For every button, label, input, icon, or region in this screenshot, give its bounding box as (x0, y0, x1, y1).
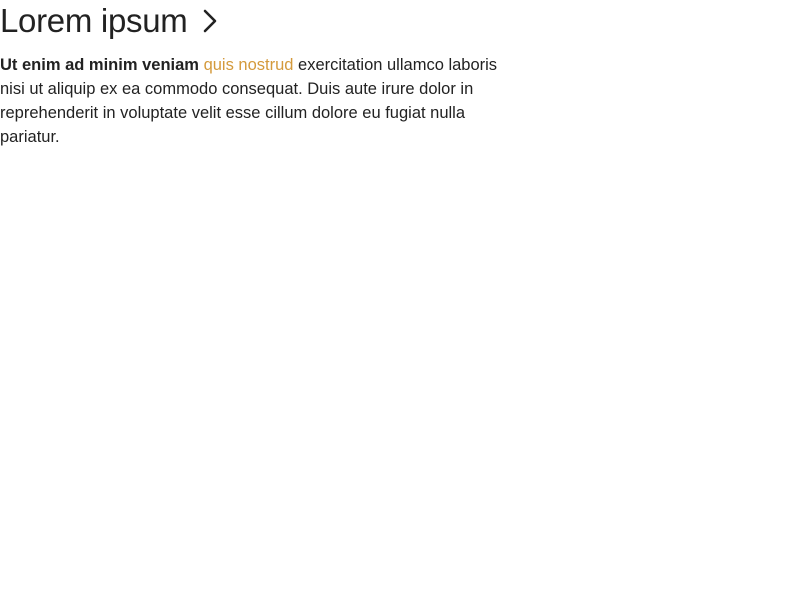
inline-link[interactable]: quis nostrud (204, 56, 294, 74)
content-block: Lorem ipsum Ut enim ad minim veniam quis… (0, 0, 530, 149)
section-title: Lorem ipsum (0, 2, 188, 39)
description-paragraph: Ut enim ad minim veniam quis nostrud exe… (0, 53, 520, 149)
section-heading-link[interactable]: Lorem ipsum (0, 1, 530, 41)
paragraph-lead-text: Ut enim ad minim veniam (0, 56, 199, 74)
chevron-right-icon (199, 6, 221, 36)
